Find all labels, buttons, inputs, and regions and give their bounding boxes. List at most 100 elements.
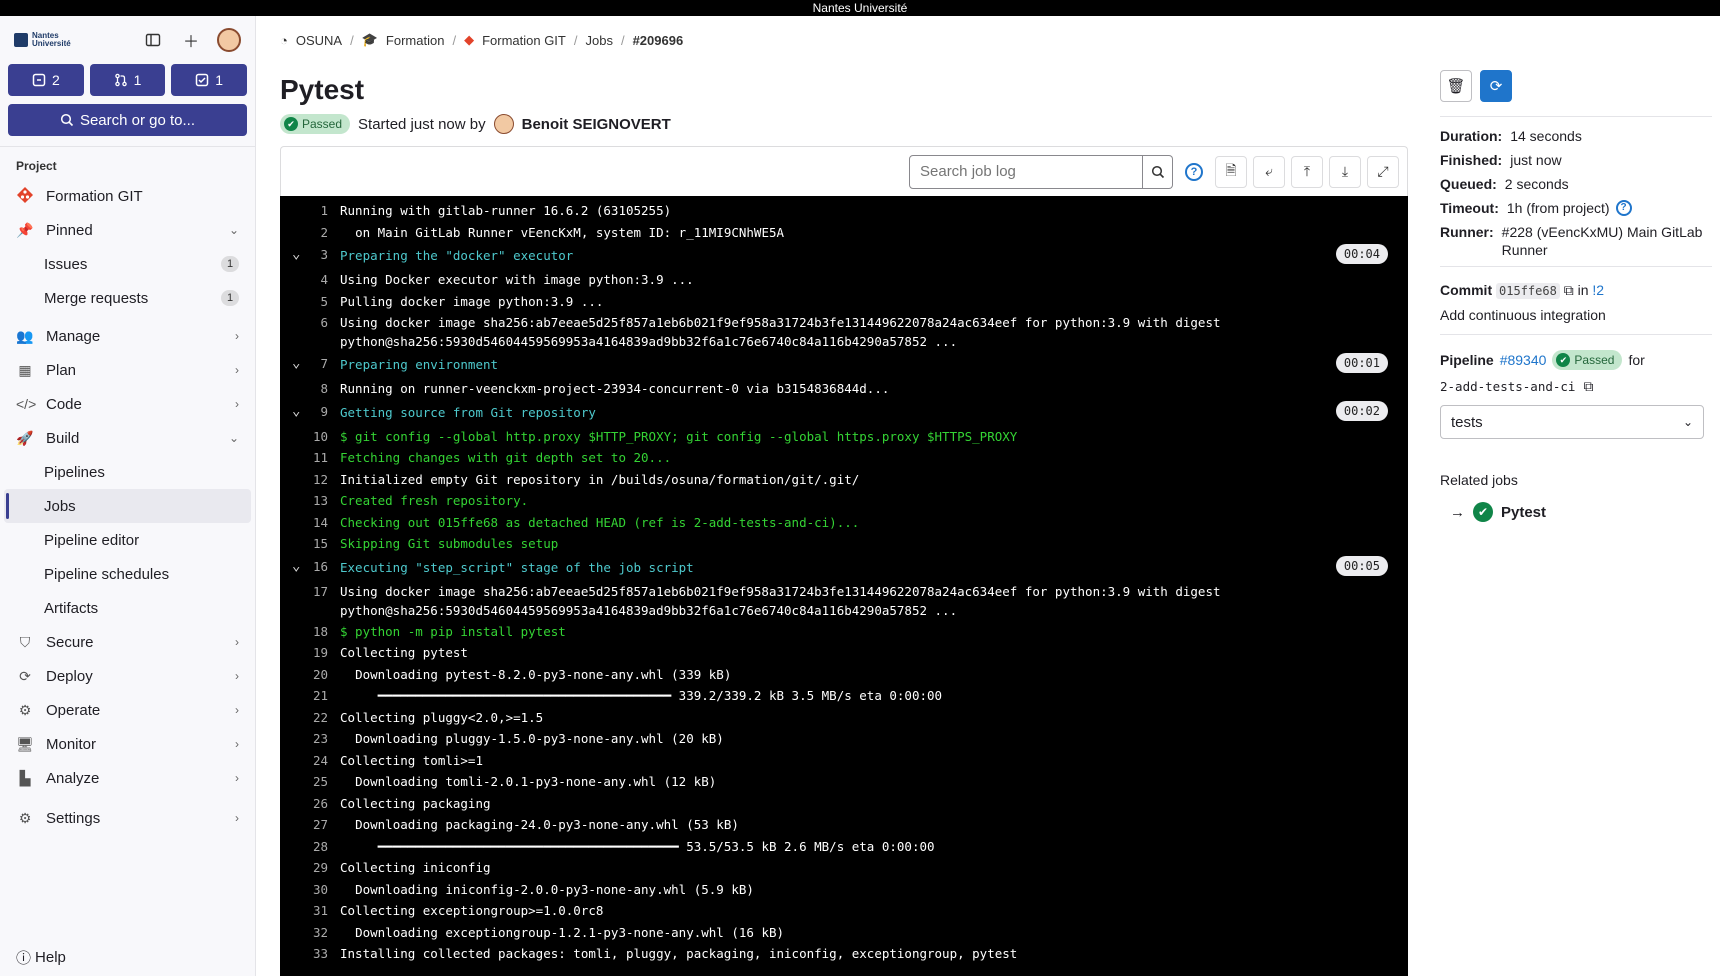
log-line-number[interactable]: 4 [280,269,340,291]
search-job-log-input[interactable] [909,154,1143,189]
retry-job-button[interactable]: ⟳ [1480,70,1512,102]
log-line-number[interactable]: 19 [280,642,340,664]
pipeline-link[interactable]: #89340 [1500,352,1547,368]
user-avatar[interactable] [493,114,514,134]
scroll-bottom-button[interactable]: ⤓ [1329,155,1361,188]
wrap-lines-button[interactable]: ⤶ [1253,155,1285,188]
job-user-link[interactable]: Benoit SEIGNOVERT [522,116,671,133]
log-line-number[interactable]: 12 [280,469,340,491]
fullscreen-button[interactable]: ⤢ [1367,155,1399,188]
log-line-number[interactable]: 14 [280,512,340,534]
toggle-sidebar-icon[interactable] [141,28,165,52]
sidebar-item-issues[interactable]: Issues 1 [0,247,255,281]
log-line-number[interactable]: 22 [280,707,340,729]
sidebar-item-pinned[interactable]: 📌 Pinned ⌄ [0,213,255,247]
log-line-number[interactable]: 26 [280,793,340,815]
erase-job-button[interactable]: 🗑 [1440,70,1472,102]
log-section-header[interactable]: ⌄ 7 Preparing environment 00:01 [280,352,1408,378]
breadcrumb-item-job-id[interactable]: #209696 [633,33,684,48]
stage-dropdown[interactable]: tests ⌄ [1440,405,1704,439]
log-line-number[interactable]: 3 [280,243,340,267]
chevron-down-icon[interactable]: ⌄ [292,403,300,419]
breadcrumb-item-jobs[interactable]: Jobs [585,33,612,48]
pipeline-branch-link[interactable]: 2-add-tests-and-ci [1440,379,1575,394]
question-icon[interactable]: ? [1185,162,1203,181]
deploy-icon: ⟳ [19,667,31,684]
commit-message[interactable]: Add continuous integration [1440,307,1710,323]
breadcrumb-item-formation-git[interactable]: Formation GIT [482,33,566,48]
sidebar-item-settings[interactable]: ⚙ Settings › [0,801,255,835]
chevron-down-icon[interactable]: ⌄ [292,355,300,371]
search-job-log-button[interactable] [1143,154,1173,189]
merge-request-link[interactable]: !2 [1592,282,1604,298]
log-line-number[interactable]: 24 [280,750,340,772]
plus-icon[interactable]: ＋ [179,28,203,52]
log-section-header[interactable]: ⌄ 9 Getting source from Git repository 00:0… [280,400,1408,426]
related-job-item[interactable]: → ✔ Pytest [1440,502,1546,522]
sidebar-item-operate[interactable]: ⚙ Operate › [0,693,255,727]
sidebar-item-manage[interactable]: 👥 Manage › [0,319,255,353]
sidebar-item-deploy[interactable]: ⟳ Deploy › [0,659,255,693]
breadcrumb-item-osuna[interactable]: OSUNA [296,33,342,48]
log-line-number[interactable]: 28 [280,836,340,858]
log-line-number[interactable]: 7 [280,352,340,376]
sidebar-item-secure[interactable]: ⛉ Secure › [0,625,255,659]
sidebar-item-pipeline-editor[interactable]: Pipeline editor [0,523,255,557]
show-raw-button[interactable]: 🗎 [1215,155,1247,188]
log-line-number[interactable]: 1 [280,200,340,222]
log-line-number[interactable]: 11 [280,447,340,469]
sidebar-item-monitor[interactable]: 🖥 Monitor › [0,727,255,761]
job-log-toolbar: ? 🗎 ⤶ ⤒ ⤓ ⤢ [280,146,1408,196]
log-line-number[interactable]: 27 [280,814,340,836]
commit-sha-link[interactable]: 015ffe68 [1496,283,1560,299]
log-line-number[interactable]: 30 [280,879,340,901]
log-line-number[interactable]: 18 [280,621,340,643]
brand-logo[interactable]: Nantes Université [14,32,71,48]
log-line-number[interactable]: 32 [280,922,340,944]
merge-requests-count-button[interactable]: 1 [89,64,166,96]
log-section-header[interactable]: ⌄ 16 Executing "step_script" stage of the … [280,555,1408,581]
issues-count-button[interactable]: 2 [8,64,84,96]
user-avatar[interactable] [217,28,241,52]
log-line-number[interactable]: 6 [280,312,340,334]
scroll-top-button[interactable]: ⤒ [1291,155,1323,188]
chevron-down-icon[interactable]: ⌄ [292,246,300,262]
log-line-number[interactable]: 20 [280,664,340,686]
sidebar-item-pipelines[interactable]: Pipelines [0,455,255,489]
log-line-number[interactable]: 16 [280,555,340,579]
todo-count-button[interactable]: 1 [171,64,248,96]
sidebar-item-project[interactable]: Formation GIT [0,179,255,213]
question-icon[interactable]: ? [1615,200,1632,216]
log-line-number[interactable]: 5 [280,291,340,313]
sidebar-item-artifacts[interactable]: Artifacts [0,591,255,625]
log-line-number[interactable]: 15 [280,533,340,555]
status-badge[interactable]: ✔ Passed [280,114,351,134]
log-line-number[interactable]: 9 [280,400,340,424]
log-line-number[interactable]: 21 [280,685,340,707]
pipeline-status-badge[interactable]: ✔ Passed [1552,350,1623,370]
log-line-number[interactable]: 17 [280,581,340,603]
copy-icon[interactable]: ⧉ [1583,378,1593,395]
log-line-number[interactable]: 23 [280,728,340,750]
sidebar-item-plan[interactable]: ▦ Plan › [0,353,255,387]
sidebar-item-build[interactable]: 🚀 Build ⌄ [0,421,255,455]
log-line-number[interactable]: 31 [280,900,340,922]
sidebar-item-merge-requests[interactable]: Merge requests 1 [0,281,255,315]
help-button[interactable]: ⓘ Help [16,947,66,968]
log-line-number[interactable]: 29 [280,857,340,879]
sidebar-item-analyze[interactable]: ▙ Analyze › [0,761,255,795]
breadcrumb-item-formation[interactable]: Formation [386,33,445,48]
sidebar-item-code[interactable]: </> Code › [0,387,255,421]
log-line-number[interactable]: 13 [280,490,340,512]
log-line-number[interactable]: 33 [280,943,340,965]
search-or-go-button[interactable]: Search or go to... [8,104,247,136]
sidebar-item-jobs[interactable]: Jobs [4,489,251,523]
chevron-down-icon[interactable]: ⌄ [292,558,300,574]
log-line-number[interactable]: 2 [280,222,340,244]
copy-icon[interactable]: ⧉ [1564,282,1574,298]
log-section-header[interactable]: ⌄ 3 Preparing the "docker" executor 00:04 [280,243,1408,269]
log-line-number[interactable]: 8 [280,378,340,400]
log-line-number[interactable]: 25 [280,771,340,793]
log-line-number[interactable]: 10 [280,426,340,448]
sidebar-item-pipeline-schedules[interactable]: Pipeline schedules [0,557,255,591]
